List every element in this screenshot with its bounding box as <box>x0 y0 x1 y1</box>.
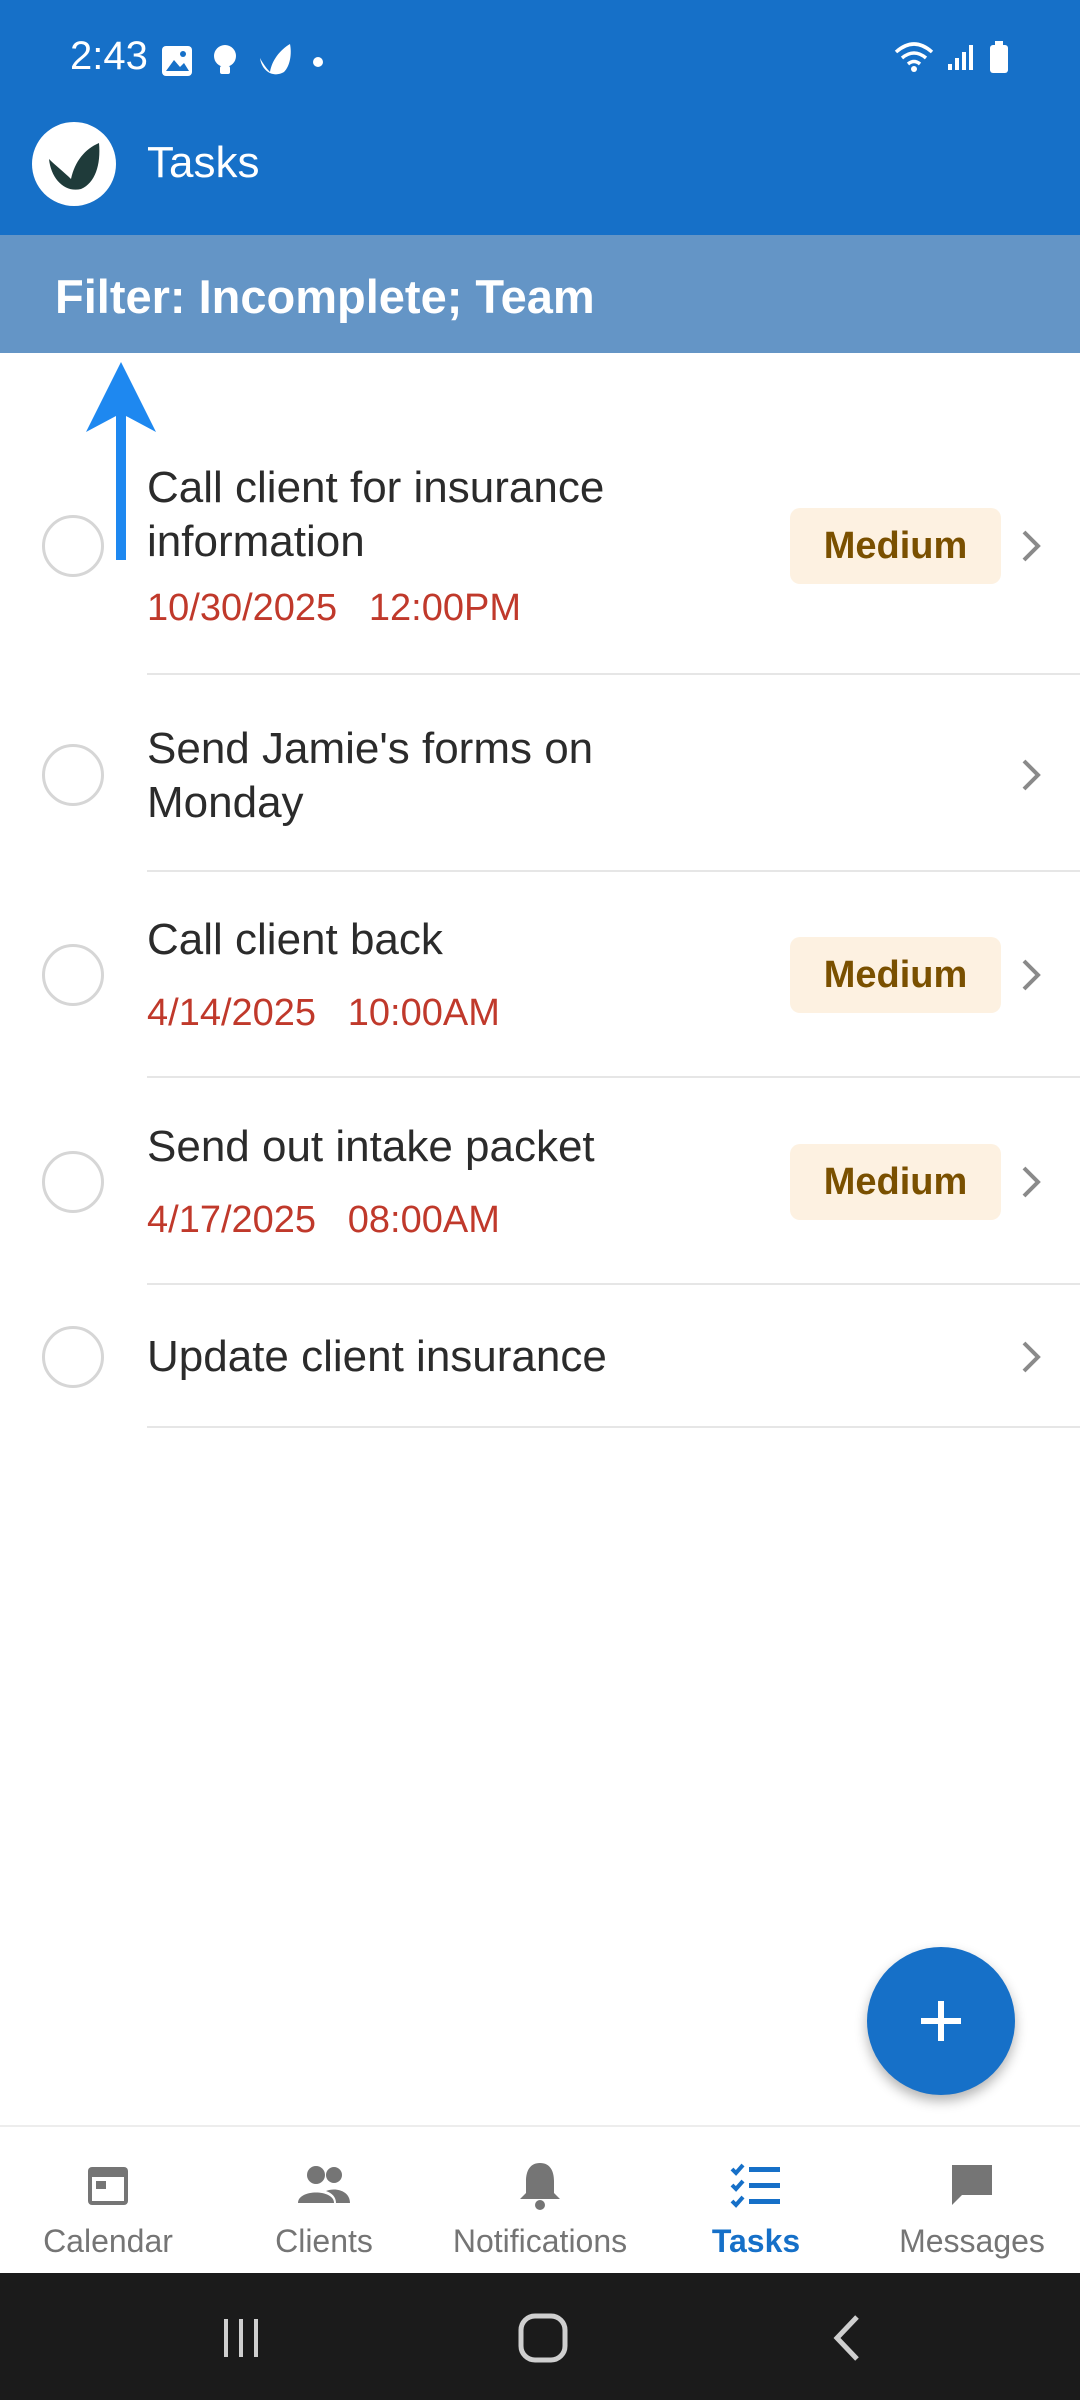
chevron-right-icon <box>1022 1341 1041 1373</box>
nav-label: Calendar <box>43 2223 173 2259</box>
task-due-date: 4/14/2025 <box>147 992 317 1034</box>
task-due-date: 10/30/2025 <box>147 587 338 629</box>
page-title: Tasks <box>147 138 260 187</box>
task-row[interactable]: Call client back 4/14/2025 10:00AM Mediu… <box>0 872 1080 1078</box>
task-title: Send Jamie's forms on Monday <box>147 724 594 827</box>
status-bar: 2:43 <box>0 0 1080 122</box>
task-complete-checkbox[interactable] <box>42 1326 104 1388</box>
task-due: 10/30/2025 12:00PM <box>147 587 521 630</box>
nav-label: Clients <box>275 2223 373 2259</box>
calendar-icon <box>80 2157 136 2213</box>
task-complete-checkbox[interactable] <box>42 515 104 577</box>
task-due-date: 4/17/2025 <box>147 1199 317 1241</box>
nav-label: Messages <box>899 2223 1045 2259</box>
task-title: Call client back <box>147 915 443 964</box>
task-row[interactable]: Send Jamie's forms on Monday <box>0 675 1080 872</box>
image-icon <box>160 44 194 83</box>
system-nav <box>0 2273 1080 2400</box>
status-time: 2:43 <box>70 34 148 78</box>
priority-badge: Medium <box>790 1144 1001 1220</box>
divider <box>147 1426 1080 1428</box>
chevron-right-icon <box>1022 530 1041 562</box>
filter-text: Filter: Incomplete; Team <box>55 270 595 323</box>
chevron-right-icon <box>1022 1166 1041 1198</box>
home-icon[interactable] <box>508 2303 578 2373</box>
chevron-right-icon <box>1022 759 1041 791</box>
task-row[interactable]: Update client insurance <box>0 1285 1080 1428</box>
task-due-time: 10:00AM <box>347 992 500 1034</box>
nav-clients[interactable]: Clients <box>216 2127 432 2275</box>
task-title: Call client for insurance information <box>147 463 605 566</box>
bell-icon <box>512 2157 568 2213</box>
priority-badge: Medium <box>790 508 1001 584</box>
task-due-time: 08:00AM <box>347 1199 500 1241</box>
app-bar: Tasks <box>0 122 1080 235</box>
task-complete-checkbox[interactable] <box>42 744 104 806</box>
filter-banner[interactable]: Filter: Incomplete; Team <box>0 235 1080 353</box>
task-due-time: 12:00PM <box>368 587 521 629</box>
task-row[interactable]: Send out intake packet 4/17/2025 08:00AM… <box>0 1078 1080 1285</box>
task-due: 4/14/2025 10:00AM <box>147 992 500 1035</box>
task-due: 4/17/2025 08:00AM <box>147 1199 500 1242</box>
wifi-icon <box>894 40 934 79</box>
add-task-button[interactable] <box>867 1947 1015 2095</box>
nav-tasks[interactable]: Tasks <box>648 2127 864 2275</box>
nav-messages[interactable]: Messages <box>864 2127 1080 2275</box>
priority-badge: Medium <box>790 937 1001 1013</box>
signal-icon <box>946 42 976 77</box>
app-leaf-icon <box>256 42 294 85</box>
task-title: Send out intake packet <box>147 1122 595 1171</box>
bottom-nav: Calendar Clients Notifications Tasks Mes… <box>0 2125 1080 2273</box>
chat-icon <box>944 2157 1000 2213</box>
dot-icon <box>312 55 324 73</box>
nav-label: Tasks <box>711 2223 801 2259</box>
people-icon <box>296 2157 352 2213</box>
back-icon[interactable] <box>812 2303 882 2373</box>
lightbulb-icon <box>212 44 238 83</box>
status-icons-right <box>894 40 1010 79</box>
chevron-right-icon <box>1022 959 1041 991</box>
task-row[interactable]: Call client for insurance information 10… <box>0 453 1080 675</box>
nav-calendar[interactable]: Calendar <box>0 2127 216 2275</box>
recents-icon[interactable] <box>206 2303 276 2373</box>
app-logo[interactable] <box>32 122 116 206</box>
task-complete-checkbox[interactable] <box>42 1151 104 1213</box>
task-title: Update client insurance <box>147 1332 607 1381</box>
plus-icon <box>921 2001 961 2041</box>
nav-label: Notifications <box>452 2223 628 2259</box>
checklist-icon <box>728 2157 784 2213</box>
task-complete-checkbox[interactable] <box>42 944 104 1006</box>
status-icons-left <box>160 42 324 85</box>
battery-icon <box>988 40 1010 79</box>
nav-notifications[interactable]: Notifications <box>432 2127 648 2275</box>
